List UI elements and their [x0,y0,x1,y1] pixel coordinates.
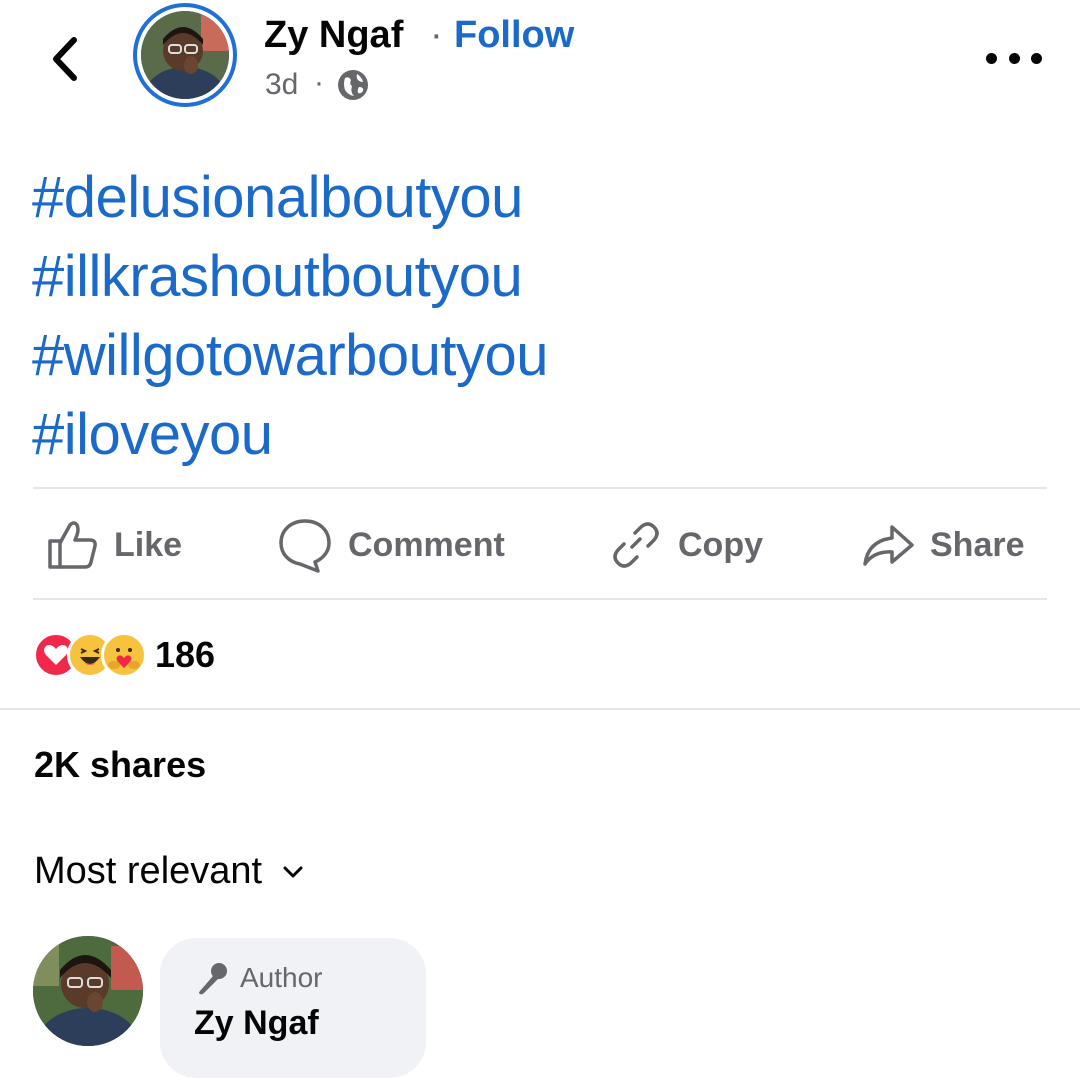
like-button[interactable]: Like [44,510,182,580]
comment-label: Comment [348,525,505,564]
post-timestamp[interactable]: 3d [265,68,298,102]
author-badge-label: Author [240,962,323,993]
commenter-avatar[interactable] [33,936,143,1046]
microphone-icon [199,963,227,995]
share-arrow-icon [863,525,914,566]
copy-link-button[interactable]: Copy [608,510,763,580]
care-reaction-icon [101,632,147,678]
divider [33,598,1047,600]
chevron-down-icon [283,866,303,877]
section-divider [0,708,1080,710]
share-label: Share [930,525,1025,564]
hashtag-link[interactable]: #illkrashoutboutyou [32,237,1032,316]
globe-icon [338,70,368,100]
hashtag-link[interactable]: #iloveyou [32,395,1032,474]
link-icon [613,522,659,568]
comment-sort-dropdown[interactable]: Most relevant [34,850,304,893]
author-name[interactable]: Zy Ngaf [264,14,403,57]
share-button[interactable]: Share [860,510,1025,580]
time-separator: · [314,66,324,99]
hashtag-link[interactable]: #willgotowarboutyou [32,316,1032,395]
follow-button[interactable]: Follow [454,14,574,57]
reactions-summary[interactable]: 186 [33,630,215,680]
like-label: Like [114,525,183,564]
author-badge: Author [194,960,323,996]
more-dot-1 [986,52,997,64]
more-dot-2 [1008,52,1020,64]
more-options-button[interactable] [986,40,1042,76]
chevron-left-icon [53,37,77,81]
copy-label: Copy [678,525,763,564]
reaction-count: 186 [155,634,216,675]
shares-count[interactable]: 2K shares [34,744,206,786]
commenter-name[interactable]: Zy Ngaf [194,1004,319,1043]
hashtag-link[interactable]: #delusionalboutyou [32,158,1032,237]
divider [33,487,1047,489]
back-button[interactable] [40,32,90,86]
author-avatar[interactable] [133,3,237,107]
sort-label: Most relevant [34,850,263,892]
post-text: #delusionalboutyou #illkrashoutboutyou #… [32,158,1032,474]
comment-button[interactable]: Comment [276,510,505,580]
profile-photo [141,11,229,99]
name-separator: · [430,14,443,56]
thumbs-up-icon [48,521,97,569]
comment-bubble-icon [279,519,331,573]
more-dot-3 [1031,52,1042,64]
